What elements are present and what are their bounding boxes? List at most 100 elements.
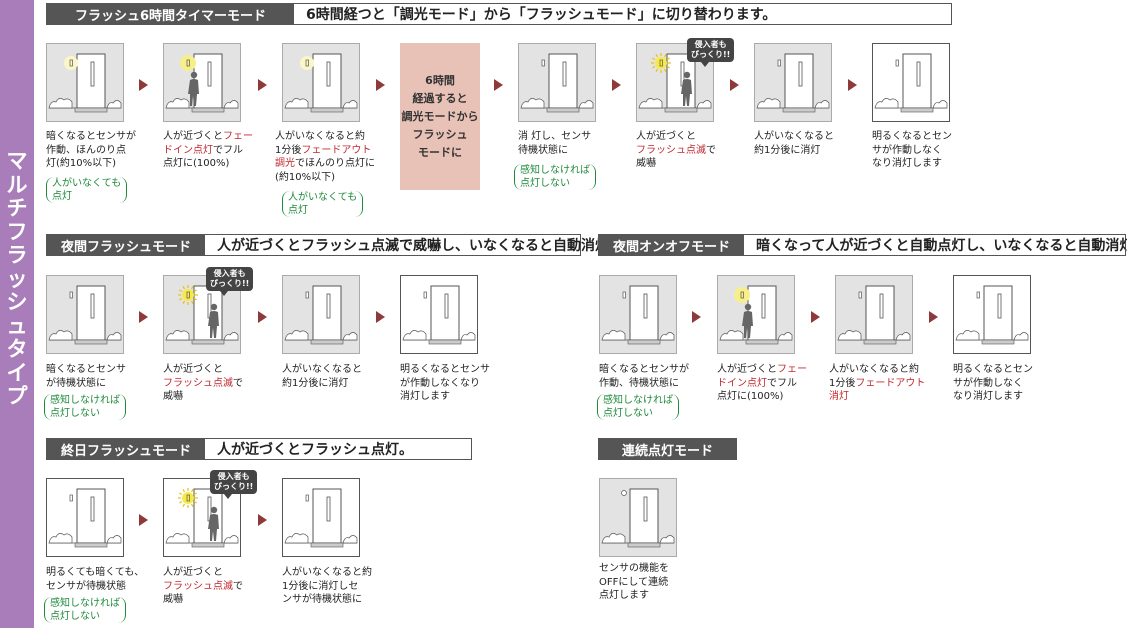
caption: 人がいなくなると 約1分後に消灯: [754, 131, 834, 156]
caption: 人が近づくとフェー ドイン点灯でフル 点灯に(100%): [717, 363, 807, 404]
transition-box: 6時間 経過すると 調光モードから フラッシュ モードに: [400, 43, 480, 190]
intruder-bubble: 侵入者も びっくり!!: [687, 38, 735, 67]
caption: 明るくなるとセン サが作動しなく なり消灯します: [953, 364, 1033, 402]
scene-tile: [717, 275, 795, 354]
scene-tile: [599, 275, 677, 354]
arrow-right-icon: [139, 311, 148, 323]
door-scene-icon: [955, 285, 1029, 345]
caption: 人がいなくなると約 1分後に消灯しセ ンサが待機状態に: [282, 567, 372, 605]
scene-tile: [835, 275, 913, 354]
door-scene-icon: [719, 285, 793, 345]
intruder-bubble: 侵入者も びっくり!!: [210, 470, 258, 499]
scene-tile: [282, 275, 360, 354]
scene-tile: [46, 43, 124, 122]
scene-tile: [282, 43, 360, 122]
header-cont-tag: 連続点灯モード: [599, 439, 736, 459]
caption: 人が近づくとフェー ドイン点灯でフル 点灯に(100%): [163, 130, 253, 171]
caption: 明るくても暗くても、 センサが待機状態: [46, 567, 145, 592]
door-scene-icon: [165, 53, 239, 113]
header-onoff-desc: 暗くなって人が近づくと自動点灯し、いなくなると自動消灯。: [756, 238, 1127, 254]
door-scene-icon: [601, 488, 675, 548]
caption: 暗くなるとセンサ が待機状態に: [46, 364, 126, 389]
header-flash6-desc: 6時間経つと「調光モード」から「フラッシュモード」に切り替わります。: [306, 7, 777, 23]
door-scene-icon: [284, 488, 358, 548]
header-flash6-tag: フラッシュ6時間タイマーモード: [47, 4, 295, 24]
header-flash6: フラッシュ6時間タイマーモード 6時間経つと「調光モード」から「フラッシュモード…: [46, 3, 952, 25]
door-scene-icon: [48, 285, 122, 345]
caption: 人が近づくと フラッシュ点滅で 威嚇: [163, 363, 243, 404]
arrow-right-icon: [811, 311, 820, 323]
door-scene-icon: [284, 285, 358, 345]
scene-tile: [46, 478, 124, 557]
scene-tile: [282, 478, 360, 557]
arrow-right-icon: [376, 79, 385, 91]
caption: 消 灯し、センサ 待機状態に: [518, 131, 592, 156]
scene-tile: [872, 43, 950, 122]
note-no-detect: 感知しなければ 点灯しない: [597, 394, 679, 420]
arrow-right-icon: [929, 311, 938, 323]
header-night-desc: 人が近づくとフラッシュ点滅で威嚇し、いなくなると自動消灯。: [217, 238, 624, 254]
door-scene-icon: [874, 53, 948, 113]
header-allday-tag: 終日フラッシュモード: [47, 439, 206, 459]
caption-text: 人が近づくと: [717, 364, 777, 375]
header-allday: 終日フラッシュモード 人が近づくとフラッシュ点灯。: [46, 438, 472, 460]
door-scene-icon: [601, 285, 675, 345]
caption: 人がいなくなると 約1分後に消灯: [282, 364, 362, 389]
note-no-detect: 感知しなければ 点灯しない: [514, 164, 596, 190]
scene-tile: [599, 478, 677, 557]
caption-text: 人が近づくと: [163, 131, 223, 142]
header-cont: 連続点灯モード: [598, 438, 737, 460]
caption: 暗くなるとセンサが 作動、待機状態に: [599, 364, 689, 389]
door-scene-icon: [837, 285, 911, 345]
scene-tile: [400, 275, 478, 354]
door-scene-icon: [756, 53, 830, 113]
header-night: 夜間フラッシュモード 人が近づくとフラッシュ点滅で威嚇し、いなくなると自動消灯。: [46, 234, 623, 256]
door-scene-icon: [48, 488, 122, 548]
caption: 人がいなくなると約 1分後フェードアウト 消灯: [829, 363, 925, 404]
arrow-right-icon: [730, 79, 739, 91]
caption-highlight: フラッシュ点滅: [163, 580, 233, 592]
scene-tile: [163, 43, 241, 122]
caption-text: 人が近づくと: [163, 364, 223, 375]
arrow-right-icon: [258, 514, 267, 526]
caption: 人が近づくと フラッシュ点滅で 威嚇: [163, 566, 243, 607]
arrow-right-icon: [139, 514, 148, 526]
header-onoff-tag: 夜間オンオフモード: [599, 235, 745, 255]
caption: 明るくなるとセン サが作動しなく なり消灯します: [872, 131, 952, 169]
note-no-detect: 感知しなければ 点灯しない: [44, 597, 126, 623]
header-onoff: 夜間オンオフモード 暗くなって人が近づくと自動点灯し、いなくなると自動消灯。: [598, 234, 1127, 256]
caption: 人がいなくなると約 1分後フェードアウト 調光でほんのり点灯に (約10%以下): [275, 130, 375, 184]
arrow-right-icon: [376, 311, 385, 323]
caption-highlight: フラッシュ点滅: [636, 144, 706, 156]
arrow-right-icon: [612, 79, 621, 91]
door-scene-icon: [48, 53, 122, 113]
arrow-right-icon: [692, 311, 701, 323]
door-scene-icon: [284, 53, 358, 113]
door-scene-icon: [520, 53, 594, 113]
scene-tile: [754, 43, 832, 122]
caption: 人が近づくと フラッシュ点滅で 威嚇: [636, 130, 716, 171]
caption: 明るくなるとセンサ が作動しなくなり 消灯します: [400, 364, 490, 402]
scene-tile: [953, 275, 1031, 354]
note-always-on: 人がいなくても 点灯: [46, 177, 128, 203]
note-no-detect: 感知しなければ 点灯しない: [44, 394, 126, 420]
caption-highlight: フラッシュ点滅: [163, 377, 233, 389]
caption-text: 人が近づくと: [163, 567, 223, 578]
note-always-on: 人がいなくても 点灯: [282, 191, 364, 217]
arrow-right-icon: [848, 79, 857, 91]
header-allday-desc: 人が近づくとフラッシュ点灯。: [217, 442, 414, 458]
arrow-right-icon: [139, 79, 148, 91]
caption-text: 人が近づくと: [636, 131, 696, 142]
scene-tile: [46, 275, 124, 354]
sidebar: マ ル チ フ ラ ッ シ ュ タ イ プ: [0, 0, 34, 628]
header-night-tag: 夜間フラッシュモード: [47, 235, 206, 255]
scene-tile: [518, 43, 596, 122]
intruder-bubble: 侵入者も びっくり!!: [206, 267, 254, 296]
arrow-right-icon: [258, 311, 267, 323]
door-scene-icon: [402, 285, 476, 345]
arrow-right-icon: [494, 79, 503, 91]
caption: 暗くなるとセンサが 作動、ほんのり点 灯(約10%以下): [46, 131, 136, 169]
sidebar-title: マ ル チ フ ラ ッ シ ュ タ イ プ: [6, 149, 28, 408]
arrow-right-icon: [258, 79, 267, 91]
caption: センサの機能を OFFにして連続 点灯します: [599, 563, 669, 601]
